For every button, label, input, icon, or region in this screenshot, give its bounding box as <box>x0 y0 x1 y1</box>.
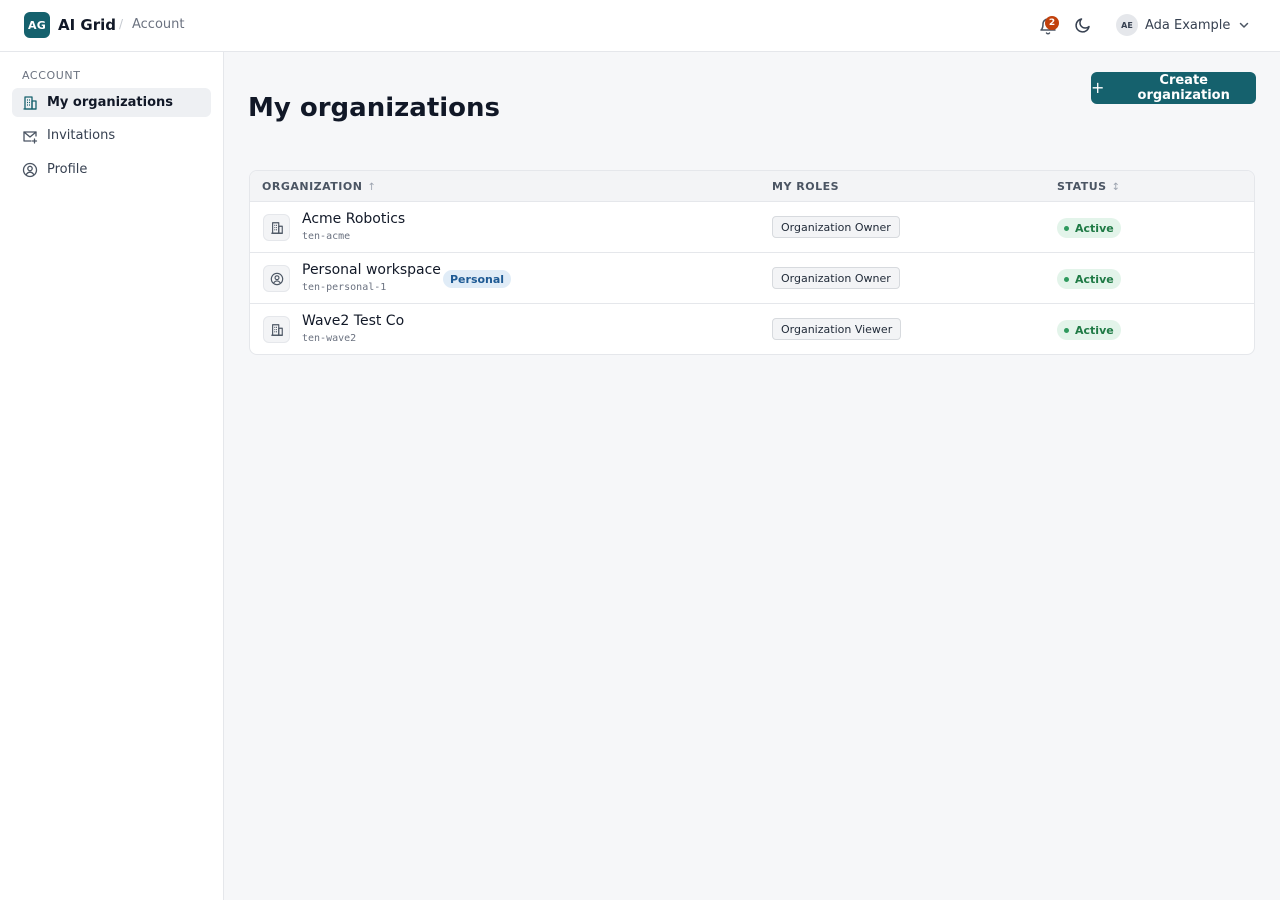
sidebar-item-invitations[interactable]: Invitations <box>12 121 211 150</box>
personal-badge: Personal <box>443 270 512 288</box>
breadcrumb[interactable]: Account <box>132 17 185 32</box>
org-slug: ten-personal-1 <box>302 282 387 293</box>
mail-plus-icon <box>23 131 38 144</box>
avatar: AE <box>1116 14 1138 36</box>
create-organization-label: Create organization <box>1137 73 1230 103</box>
building-icon <box>23 96 37 110</box>
org-icon <box>263 265 290 292</box>
role-badge: Organization Owner <box>772 216 900 238</box>
table-header: ORGANIZATION ↑ MY ROLES STATUS ↕ <box>250 171 1254 202</box>
status-badge: Active <box>1057 218 1121 238</box>
sidebar-item-label: Profile <box>47 162 88 177</box>
role-badge: Organization Owner <box>772 267 900 289</box>
user-name: Ada Example <box>1145 17 1231 33</box>
create-organization-button[interactable]: + Create organization <box>1091 72 1256 104</box>
table-row[interactable]: Wave2 Test Co ten-wave2 Organization Vie… <box>250 304 1254 354</box>
org-slug: ten-acme <box>302 231 351 242</box>
building-icon <box>270 323 283 336</box>
status-dot <box>1064 276 1069 282</box>
org-name[interactable]: Acme Robotics <box>302 211 405 227</box>
status-badge: Active <box>1057 320 1121 340</box>
org-icon <box>263 316 290 343</box>
org-name[interactable]: Wave2 Test Co <box>302 313 404 329</box>
sort-asc-icon: ↑ <box>367 182 377 193</box>
sidebar: ACCOUNT My organizations Invitations Pro… <box>0 52 224 900</box>
column-header-my-roles: MY ROLES <box>772 180 840 193</box>
user-circle-icon <box>270 272 283 285</box>
notification-badge: 2 <box>1045 16 1059 30</box>
app-logo[interactable]: AG <box>24 12 50 38</box>
status-dot <box>1064 327 1069 333</box>
sidebar-item-profile[interactable]: Profile <box>12 155 211 184</box>
sidebar-heading: ACCOUNT <box>22 69 81 82</box>
app-name[interactable]: AI Grid <box>58 16 116 34</box>
role-badge: Organization Viewer <box>772 318 902 340</box>
page-title: My organizations <box>248 93 501 123</box>
user-menu[interactable]: AE Ada Example <box>1116 13 1250 37</box>
building-icon <box>270 221 283 234</box>
org-icon <box>263 214 290 241</box>
moon-icon[interactable] <box>1074 16 1092 34</box>
sort-icon: ↕ <box>1111 182 1121 193</box>
sidebar-item-label: Invitations <box>47 128 116 143</box>
column-header-organization[interactable]: ORGANIZATION ↑ <box>262 180 376 193</box>
org-name[interactable]: Personal workspace <box>302 262 441 278</box>
status-badge: Active <box>1057 269 1121 289</box>
plus-icon: + <box>1091 78 1105 97</box>
column-header-status[interactable]: STATUS ↕ <box>1057 180 1120 193</box>
top-bar: AG AI Grid / Account 2 AE Ada Example <box>0 0 1280 52</box>
table-row[interactable]: Acme Robotics ten-acme Organization Owne… <box>250 202 1254 253</box>
user-circle-icon <box>22 162 38 178</box>
table-row[interactable]: Personal workspace ten-personal-1 Person… <box>250 253 1254 304</box>
sidebar-item-my-organizations[interactable]: My organizations <box>12 88 211 117</box>
chevron-down-icon <box>1240 22 1249 28</box>
breadcrumb-separator: / <box>119 17 124 31</box>
org-slug: ten-wave2 <box>302 333 357 344</box>
organizations-table: ORGANIZATION ↑ MY ROLES STATUS ↕ Acme Robo… <box>249 170 1255 355</box>
sidebar-item-label: My organizations <box>47 95 174 110</box>
status-dot <box>1064 225 1069 231</box>
